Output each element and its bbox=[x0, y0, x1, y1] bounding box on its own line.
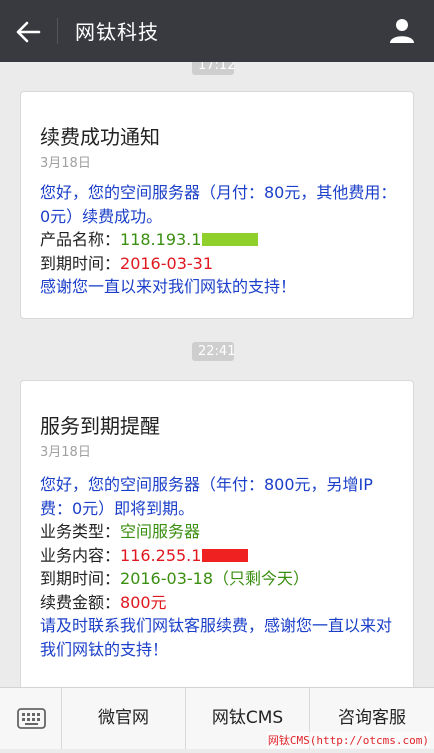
card-date: 3月18日 bbox=[40, 445, 91, 460]
card-field-row: 到期时间：2016-03-31 bbox=[40, 252, 399, 276]
field-value: 2016-03-18（只剩今天） bbox=[120, 569, 310, 588]
field-label: 续费金额： bbox=[40, 592, 121, 612]
header-divider bbox=[57, 18, 58, 44]
card-intro: 您好，您的空间服务器（月付：80元，其他费用：0元）续费成功。 bbox=[40, 183, 397, 226]
card-intro: 您好，您的空间服务器（年付：800元，另增IP费：0元）即将到期。 bbox=[40, 475, 373, 518]
chat-area[interactable]: 17:12 续费成功通知 3月18日 您好，您的空间服务器（月付：80元，其他费… bbox=[0, 62, 434, 687]
keyboard-icon bbox=[17, 708, 46, 729]
card-date: 3月18日 bbox=[40, 156, 91, 171]
timestamp: 17:12 bbox=[192, 62, 235, 75]
redaction-bar bbox=[202, 233, 259, 246]
field-label: 到期时间： bbox=[40, 253, 121, 273]
field-label: 业务内容： bbox=[40, 545, 121, 565]
keyboard-toggle-button[interactable] bbox=[0, 688, 62, 749]
field-value: 2016-03-31 bbox=[120, 253, 213, 273]
back-arrow-icon[interactable] bbox=[14, 18, 42, 46]
chat-title: 网钛科技 bbox=[75, 20, 159, 44]
field-label: 业务类型： bbox=[40, 522, 121, 541]
field-value: 118.193.1 bbox=[120, 230, 202, 249]
card-field-row: 到期时间：2016-03-18（只剩今天） bbox=[40, 567, 399, 591]
menu-item-micro-site[interactable]: 微官网 bbox=[62, 688, 186, 749]
field-value: 116.255.1 bbox=[120, 545, 202, 565]
timestamp: 22:41 bbox=[192, 342, 235, 361]
card-body: 您好，您的空间服务器（月付：80元，其他费用：0元）续费成功。 产品名称：118… bbox=[40, 181, 399, 299]
card-footer: 感谢您一直以来对我们网钛的支持！ bbox=[40, 277, 297, 296]
card-title: 服务到期提醒 bbox=[40, 414, 160, 438]
card-field-row: 业务类型：空间服务器 bbox=[40, 520, 399, 544]
top-navigation-bar: 网钛科技 bbox=[0, 0, 434, 62]
card-field-row: 产品名称：118.193.1 bbox=[40, 228, 399, 252]
card-field-row: 业务内容：116.255.1 bbox=[40, 544, 399, 568]
message-card[interactable]: 服务到期提醒 3月18日 您好，您的空间服务器（年付：800元，另增IP费：0元… bbox=[20, 380, 414, 687]
card-title: 续费成功通知 bbox=[40, 125, 160, 149]
field-value: 800元 bbox=[120, 592, 167, 612]
profile-icon[interactable] bbox=[388, 16, 416, 44]
field-label: 到期时间： bbox=[40, 569, 121, 588]
message-card[interactable]: 续费成功通知 3月18日 您好，您的空间服务器（月付：80元，其他费用：0元）续… bbox=[20, 91, 414, 319]
field-label: 产品名称： bbox=[40, 230, 121, 249]
field-value: 空间服务器 bbox=[120, 522, 201, 541]
card-field-row: 续费金额：800元 bbox=[40, 591, 399, 615]
card-body: 您好，您的空间服务器（年付：800元，另增IP费：0元）即将到期。 业务类型：空… bbox=[40, 473, 399, 661]
card-footer: 请及时联系我们网钛客服续费，感谢您一直以来对我们网钛的支持！ bbox=[40, 616, 393, 659]
redaction-bar bbox=[202, 548, 249, 562]
watermark-text: 网钛CMS(http://otcms.com) bbox=[266, 732, 430, 748]
